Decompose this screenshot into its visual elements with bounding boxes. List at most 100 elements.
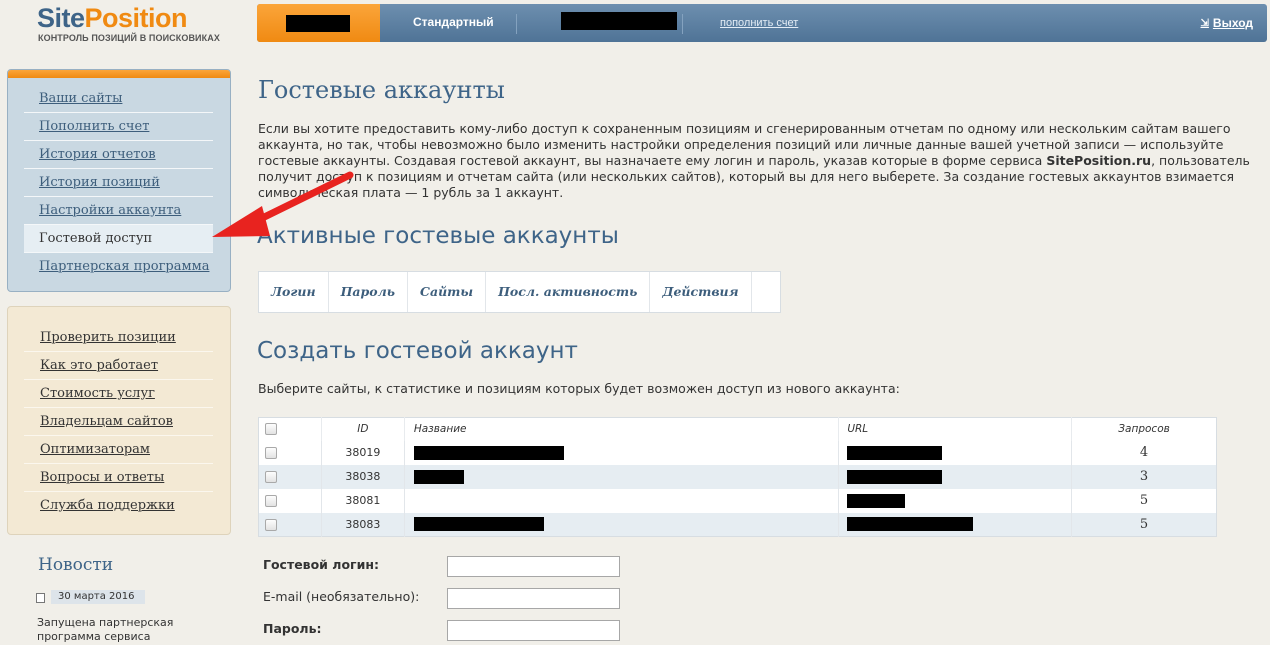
sidebar-item-label[interactable]: Пополнить счет [39,119,149,134]
sidebar-item-info-5[interactable]: Вопросы и ответы [24,464,213,492]
site-requests: 3 [1071,464,1217,489]
intro-text: Если вы хотите предоставить кому-либо до… [258,121,1250,200]
sidebar-item-label[interactable]: Как это работает [40,358,158,373]
user-tab[interactable] [257,4,380,42]
divider [682,14,683,34]
password-label: Пароль: [263,621,322,636]
header-requests: Запросов [1071,417,1217,441]
select-all-checkbox[interactable] [265,423,277,436]
guest-login-label: Гостевой логин: [263,557,379,572]
column-sites: Сайты [408,272,487,312]
site-name [403,512,839,537]
sidebar-item-label[interactable]: Владельцам сайтов [40,414,173,429]
redacted-site-name [413,469,464,484]
sidebar-item-label[interactable]: Стоимость услуг [40,386,155,401]
page-title: Гостевые аккаунты [258,76,505,104]
sidebar-item-label[interactable]: Ваши сайты [39,91,122,106]
table-row[interactable]: 38019 4 [259,440,1217,465]
site-id: 38081 [320,488,405,513]
site-checkbox[interactable] [265,471,277,483]
sidebar-item-account-6[interactable]: Партнерская программа [24,253,213,281]
site-requests: 5 [1071,488,1217,513]
sidebar-item-label[interactable]: Служба поддержки [40,498,175,513]
site-name [403,464,839,489]
sidebar-item-label[interactable]: Оптимизаторам [40,442,150,457]
site-name [403,440,839,465]
table-row[interactable]: 38083 5 [258,512,1217,537]
email-label: E-mail (необязательно): [263,589,420,604]
sidebar-item-info-0[interactable]: Проверить позиции [24,324,213,352]
active-accounts-table: Логин Пароль Сайты Посл. активность Дейс… [258,271,781,313]
menu-accent-bar [8,70,230,78]
account-menu: Ваши сайты Пополнить счет История отчетов И… [7,69,231,292]
column-password: Пароль [329,272,409,312]
sites-hint: Выберите сайты, к статистике и позициям … [258,381,900,396]
create-account-title: Создать гостевой аккаунт [257,338,578,364]
divider [516,14,517,34]
sidebar-item-info-3[interactable]: Владельцам сайтов [24,408,213,436]
logo-tagline: КОНТРОЛЬ ПОЗИЦИЙ В ПОИСКОВИКАХ [38,33,220,43]
sidebar-item-info-6[interactable]: Служба поддержки [24,492,213,520]
sidebar-item-account-4[interactable]: Настройки аккаунта [24,197,213,225]
table-header-row: ID Название URL Запросов [259,417,1217,441]
sidebar-item-label[interactable]: Партнерская программа [39,259,209,274]
sidebar-item-account-2[interactable]: История отчетов [24,141,213,169]
email-input[interactable] [447,588,620,609]
header-name: Название [403,417,839,441]
sidebar-item-label[interactable]: История позиций [39,175,160,190]
sidebar-item-label[interactable]: История отчетов [39,147,156,162]
calendar-icon [36,593,45,603]
site-id: 38038 [320,464,405,489]
logout-link[interactable]: ⇲ Выход [1201,16,1253,30]
site-url [838,512,1072,537]
info-menu: Проверить позиции Как это работает Стоимос… [7,306,231,535]
site-requests: 4 [1071,440,1217,465]
column-login: Логин [259,272,329,312]
annotation-arrow [212,171,354,237]
redacted-site-url [847,517,974,532]
site-url [838,488,1072,513]
site-checkbox[interactable] [265,518,277,531]
table-row[interactable]: 38038 3 [258,464,1217,489]
tariff-label: Стандартный [413,15,494,29]
sidebar-item-label[interactable]: Гостевой доступ [39,231,152,246]
site-logo[interactable]: SitePosition КОНТРОЛЬ ПОЗИЦИЙ В ПОИСКОВИ… [37,4,220,43]
sidebar-item-label[interactable]: Вопросы и ответы [40,470,164,485]
sidebar-item-info-4[interactable]: Оптимизаторам [24,436,213,464]
header-url: URL [838,417,1072,441]
site-id: 38083 [320,512,405,537]
guest-login-input[interactable] [447,556,620,577]
sidebar-item-account-3[interactable]: История позиций [24,169,213,197]
redacted-site-url [847,493,906,508]
site-checkbox[interactable] [265,495,277,507]
sidebar-item-account-5[interactable]: Гостевой доступ [24,225,213,253]
column-actions: Действия [650,272,752,312]
news-item[interactable]: Запущена партнерская программа сервиса S… [37,616,237,645]
news-date: 30 марта 2016 [51,590,145,604]
sidebar-item-label[interactable]: Настройки аккаунта [39,203,181,218]
sites-table: ID Название URL Запросов 38019 4 38038 3 380… [258,417,1217,537]
redacted-site-name [413,445,564,460]
password-input[interactable] [447,620,620,641]
topup-link[interactable]: пополнить счет [720,17,798,29]
redacted-balance [561,12,677,30]
site-url [838,464,1072,489]
sidebar-item-info-1[interactable]: Как это работает [24,352,213,380]
redacted-username [286,15,350,32]
site-name [403,488,839,513]
sidebar-item-label[interactable]: Проверить позиции [40,330,176,345]
logout-icon: ⇲ [1200,17,1209,29]
logout-label: Выход [1212,16,1253,30]
site-requests: 5 [1071,512,1217,537]
logo-text: SitePosition [37,3,188,33]
header-id: ID [320,417,405,441]
site-id: 38019 [320,440,405,465]
table-row[interactable]: 38081 5 [259,488,1217,513]
redacted-site-name [413,517,544,532]
sidebar-item-info-2[interactable]: Стоимость услуг [24,380,213,408]
site-checkbox[interactable] [265,447,277,459]
sidebar-item-account-0[interactable]: Ваши сайты [24,85,213,113]
top-bar: Стандартный пополнить счет ⇲ Выход [257,4,1267,42]
brand-name: SitePosition.ru [1046,153,1152,168]
sidebar-item-account-1[interactable]: Пополнить счет [24,113,213,141]
